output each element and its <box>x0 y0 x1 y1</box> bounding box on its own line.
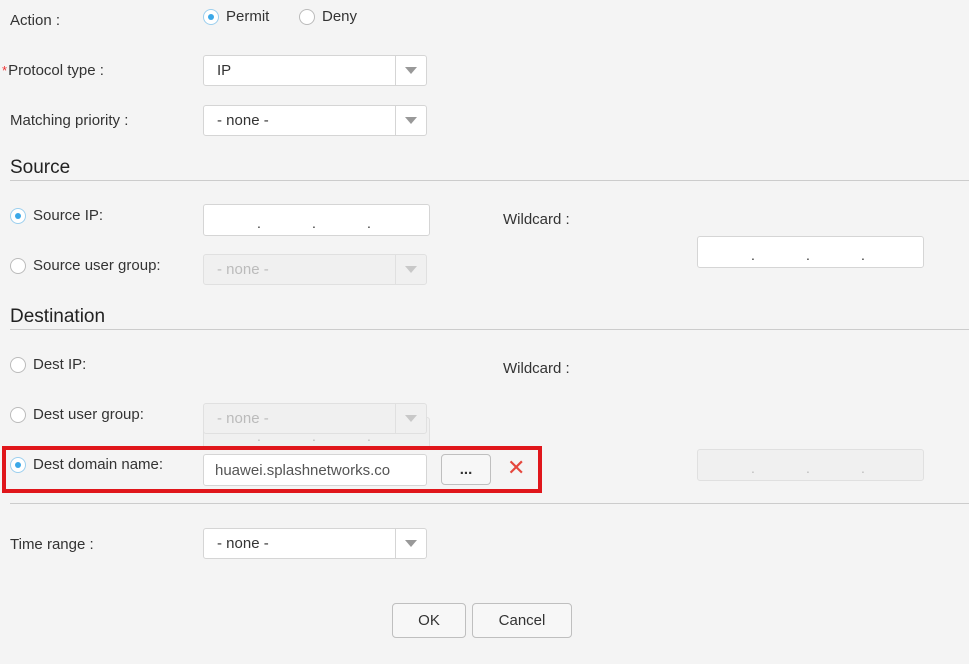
dest-domain-radio-option[interactable]: Dest domain name: <box>10 456 163 473</box>
dest-user-group-select: - none - <box>203 403 427 434</box>
time-range-value: - none - <box>217 535 269 552</box>
ip-separator: . <box>312 215 316 231</box>
time-range-select[interactable]: - none - <box>203 528 427 559</box>
matching-priority-value: - none - <box>217 112 269 129</box>
protocol-type-value: IP <box>217 62 232 79</box>
required-mark: * <box>2 63 8 78</box>
source-ip-label: Source IP: <box>33 207 104 224</box>
chevron-down-icon <box>405 117 417 124</box>
ip-separator: . <box>806 247 810 263</box>
dest-domain-radio[interactable] <box>10 456 26 473</box>
dest-user-group-radio-option[interactable]: Dest user group: <box>10 406 144 423</box>
chevron-down-icon <box>405 67 417 74</box>
source-section-title: Source <box>10 157 71 178</box>
action-label: Action : <box>10 12 61 29</box>
source-divider <box>10 180 969 181</box>
protocol-type-label-text: Protocol type : <box>8 62 104 79</box>
source-ip-input[interactable]: . . . <box>203 204 430 236</box>
dest-user-group-dropdown-button <box>395 404 426 433</box>
chevron-down-icon <box>405 266 417 273</box>
source-user-group-radio[interactable] <box>10 257 26 274</box>
source-user-group-select: - none - <box>203 254 427 285</box>
permit-radio[interactable] <box>203 8 219 25</box>
time-range-label: Time range : <box>10 536 94 553</box>
deny-label: Deny <box>322 8 358 25</box>
ip-separator: . <box>367 215 371 231</box>
dest-ip-radio-option[interactable]: Dest IP: <box>10 356 86 373</box>
dest-user-group-value: - none - <box>217 410 269 427</box>
time-range-dropdown-button[interactable] <box>395 529 426 558</box>
source-wildcard-input[interactable]: . . . <box>697 236 924 268</box>
source-ip-radio[interactable] <box>10 207 26 224</box>
source-ip-radio-option[interactable]: Source IP: <box>10 207 103 224</box>
dest-ip-label: Dest IP: <box>33 356 87 373</box>
protocol-type-label: *Protocol type : <box>2 62 104 79</box>
chevron-down-icon <box>405 540 417 547</box>
dest-wildcard-label: Wildcard : <box>503 360 570 377</box>
permit-label: Permit <box>226 8 270 25</box>
destination-divider <box>10 329 969 330</box>
matching-priority-dropdown-button[interactable] <box>395 106 426 135</box>
dest-domain-browse-button[interactable]: ... <box>441 454 491 485</box>
dest-domain-input[interactable]: huawei.splashnetworks.co <box>203 454 427 486</box>
footer-divider <box>10 503 969 504</box>
dest-wildcard-input: . . . <box>697 449 924 481</box>
close-icon[interactable]: ✕ <box>507 457 525 479</box>
dest-ip-radio[interactable] <box>10 356 26 373</box>
deny-radio-option[interactable]: Deny <box>299 8 357 25</box>
ip-separator: . <box>861 460 865 476</box>
chevron-down-icon <box>405 415 417 422</box>
dest-user-group-label: Dest user group: <box>33 406 144 423</box>
ip-separator: . <box>806 460 810 476</box>
permit-radio-option[interactable]: Permit <box>203 8 269 25</box>
destination-section-title: Destination <box>10 306 106 327</box>
deny-radio[interactable] <box>299 8 315 25</box>
ip-separator: . <box>861 247 865 263</box>
source-user-group-radio-option[interactable]: Source user group: <box>10 257 161 274</box>
matching-priority-select[interactable]: - none - <box>203 105 427 136</box>
dest-domain-label: Dest domain name: <box>33 456 164 473</box>
source-user-group-value: - none - <box>217 261 269 278</box>
cancel-button[interactable]: Cancel <box>472 603 572 638</box>
protocol-type-dropdown-button[interactable] <box>395 56 426 85</box>
source-wildcard-label: Wildcard : <box>503 211 570 228</box>
ok-button[interactable]: OK <box>392 603 466 638</box>
dest-user-group-radio[interactable] <box>10 406 26 423</box>
matching-priority-label: Matching priority : <box>10 112 129 129</box>
source-user-group-label: Source user group: <box>33 257 161 274</box>
protocol-type-select[interactable]: IP <box>203 55 427 86</box>
ip-separator: . <box>751 460 755 476</box>
ip-separator: . <box>257 215 261 231</box>
ip-separator: . <box>751 247 755 263</box>
source-user-group-dropdown-button <box>395 255 426 284</box>
